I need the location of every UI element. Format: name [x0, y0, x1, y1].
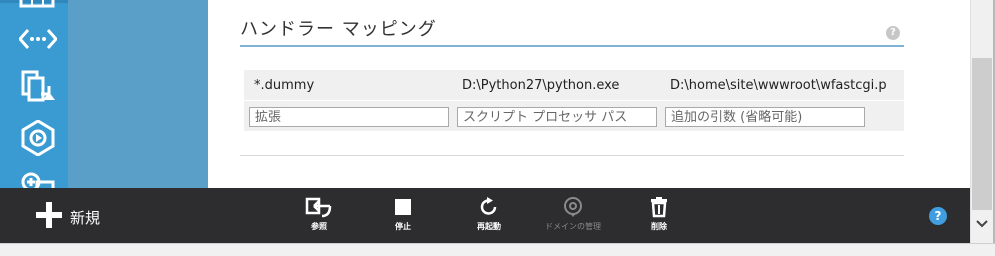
arguments-cell: D:\home\site\wwwroot\wfastcgi.p	[670, 78, 887, 93]
manage-domains-label: ドメインの管理	[545, 222, 601, 231]
new-button[interactable]: 新規	[36, 202, 101, 232]
stop-icon	[368, 196, 438, 218]
scrollbar-thumb[interactable]	[972, 58, 992, 210]
manage-domains-button[interactable]: ドメインの管理	[538, 196, 608, 240]
at-sign-icon	[538, 196, 608, 218]
trash-icon	[624, 196, 694, 218]
restart-icon	[454, 196, 524, 218]
new-button-label: 新規	[70, 208, 101, 227]
stop-label: 停止	[395, 222, 411, 231]
delete-button[interactable]: 削除	[624, 196, 694, 240]
section-underline	[240, 45, 904, 47]
help-icon[interactable]: ?	[929, 207, 947, 225]
processor-path-cell: D:\Python27\python.exe	[462, 78, 620, 93]
browse-icon	[284, 196, 354, 218]
stop-button[interactable]: 停止	[368, 196, 438, 240]
monitor-icon[interactable]	[19, 119, 57, 157]
section-title: ハンドラー マッピング	[240, 19, 437, 40]
restart-label: 再起動	[477, 222, 501, 231]
section-help-icon[interactable]: ?	[886, 26, 900, 40]
browse-button[interactable]: 参照	[284, 196, 354, 240]
code-icon[interactable]	[17, 22, 59, 56]
new-mapping-row: 拡張 スクリプト プロセッサ パス 追加の引数 (省略可能)	[244, 101, 904, 131]
table-row[interactable]: *.dummy D:\Python27\python.exe D:\home\s…	[244, 70, 904, 100]
bottom-strip	[0, 243, 995, 256]
section-divider	[240, 155, 904, 156]
extension-input[interactable]: 拡張	[249, 107, 449, 127]
delete-label: 削除	[651, 222, 667, 231]
scroll-down-arrow-icon[interactable]	[972, 214, 992, 234]
extension-cell: *.dummy	[254, 78, 315, 93]
table-icon[interactable]	[19, 0, 57, 24]
secondary-panel	[68, 0, 208, 188]
arguments-input[interactable]: 追加の引数 (省略可能)	[665, 107, 865, 127]
deploy-icon[interactable]	[19, 70, 57, 104]
browse-label: 参照	[311, 222, 327, 231]
processor-path-input[interactable]: スクリプト プロセッサ パス	[457, 107, 657, 127]
restart-button[interactable]: 再起動	[454, 196, 524, 240]
plus-icon	[36, 202, 62, 232]
add-tag-icon[interactable]	[19, 170, 57, 188]
